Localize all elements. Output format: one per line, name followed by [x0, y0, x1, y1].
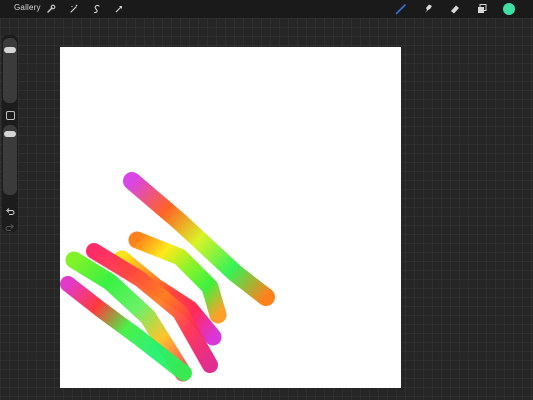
gallery-button[interactable]: Gallery [14, 3, 41, 12]
opacity-slider[interactable] [3, 125, 17, 195]
brush-icon[interactable] [394, 2, 408, 16]
sidebar [2, 35, 18, 232]
wrench-icon[interactable] [44, 2, 58, 16]
brush-size-handle[interactable] [4, 47, 16, 53]
drawing-canvas[interactable] [60, 47, 401, 388]
brush-size-slider[interactable] [3, 38, 17, 103]
opacity-handle[interactable] [4, 131, 16, 137]
transform-arrow-icon[interactable] [112, 2, 126, 16]
eraser-icon[interactable] [448, 2, 462, 16]
top-toolbar: Gallery [0, 0, 533, 18]
smudge-icon[interactable] [421, 2, 435, 16]
layers-icon[interactable] [475, 2, 489, 16]
redo-icon[interactable] [5, 220, 15, 231]
undo-icon[interactable] [5, 204, 15, 215]
magic-wand-icon[interactable] [67, 2, 81, 16]
color-swatch-icon[interactable] [503, 3, 515, 15]
canvas-artwork [60, 172, 275, 382]
modify-button[interactable] [6, 111, 15, 120]
selection-icon[interactable] [90, 2, 104, 16]
